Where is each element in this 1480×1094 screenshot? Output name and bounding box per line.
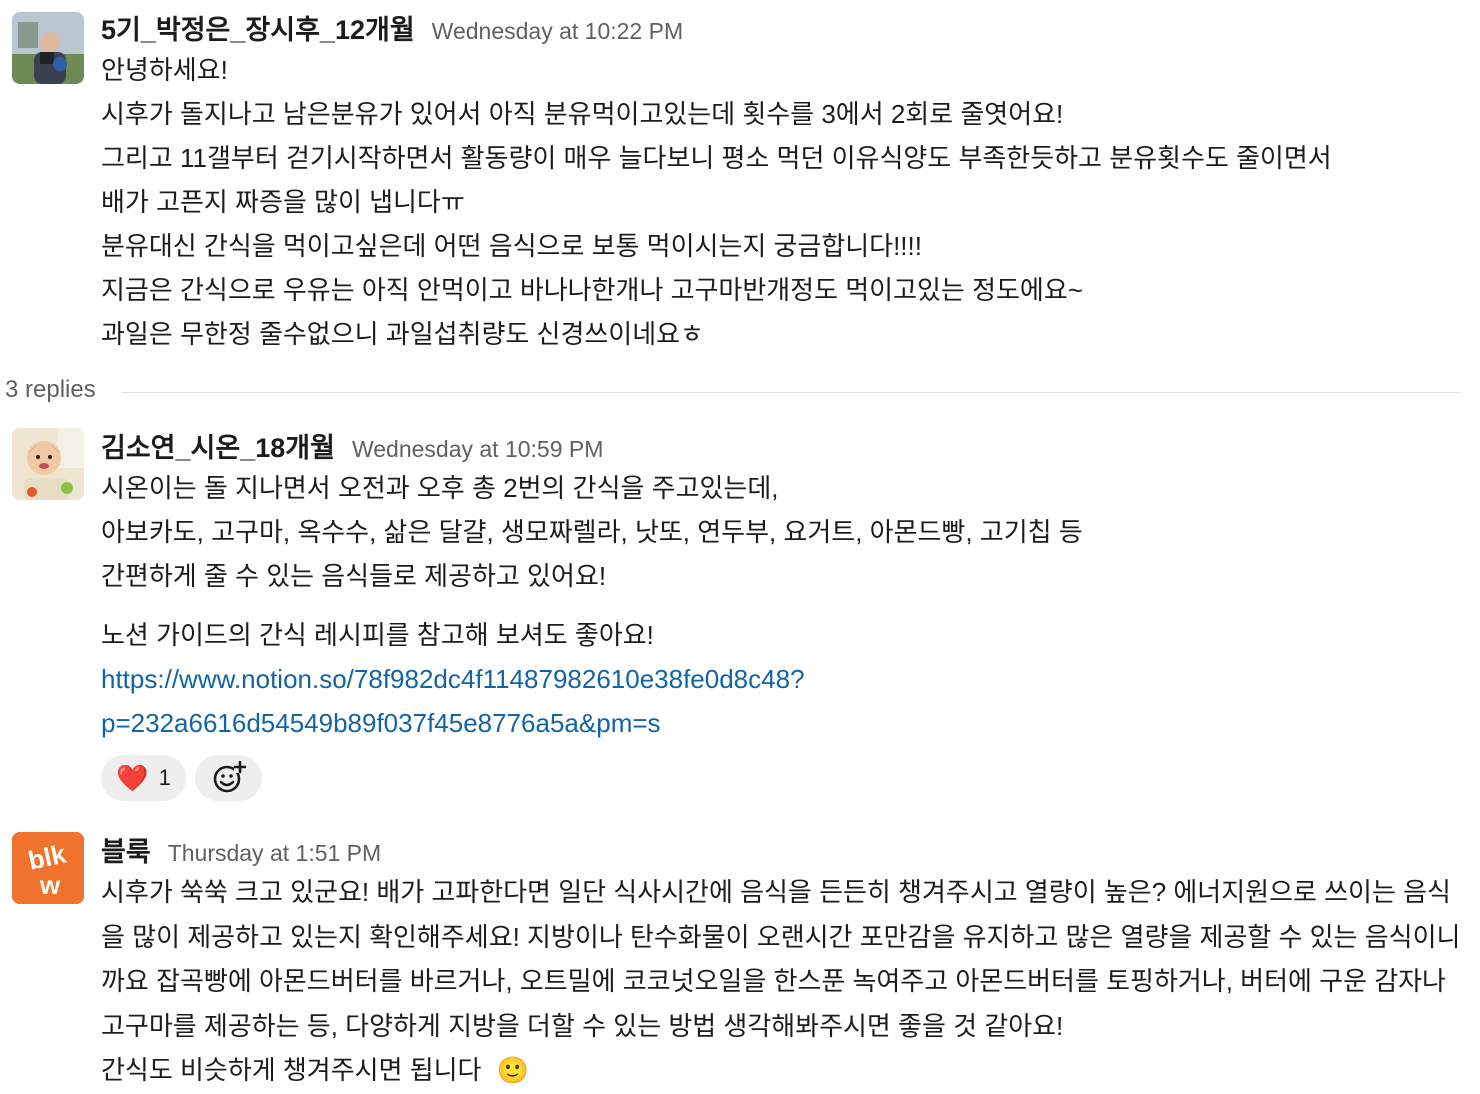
message-line: 아보카도, 고구마, 옥수수, 삶은 달걀, 생모짜렐라, 낫또, 연두부, 요…: [101, 517, 1083, 547]
message-line: 분유대신 간식을 먹이고싶은데 어떤 음식으로 보통 먹이시는지 궁금합니다!!…: [101, 231, 922, 261]
replies-count: 3 replies: [5, 376, 96, 403]
message-line: 시후가 돌지나고 남은분유가 있어서 아직 분유먹이고있는데 횟수를 3에서 2…: [101, 99, 1064, 129]
heart-icon: ❤️: [116, 763, 149, 793]
user-photo-icon: [12, 428, 84, 500]
author-name[interactable]: 블룩: [101, 830, 151, 869]
message-line: 지금은 간식으로 우유는 아직 안먹이고 바나나한개나 고구마반개정도 먹이고있…: [101, 275, 1083, 305]
message-line: 간편하게 줄 수 있는 음식들로 제공하고 있어요!: [101, 561, 607, 591]
add-reaction-icon: [213, 761, 246, 793]
message-line: 간식도 비슷하게 챙겨주시면 됩니다 🙂: [101, 1048, 1472, 1092]
blkw-logo-icon: blk w: [12, 832, 84, 904]
timestamp[interactable]: Wednesday at 10:59 PM: [352, 436, 603, 463]
avatar[interactable]: blk w: [12, 832, 84, 904]
timestamp[interactable]: Thursday at 1:51 PM: [168, 840, 382, 867]
author-name[interactable]: 5기_박정은_장시후_12개월: [101, 8, 415, 47]
replies-divider-row: 3 replies: [0, 374, 1480, 410]
user-photo-icon: [12, 12, 84, 84]
timestamp[interactable]: Wednesday at 10:22 PM: [432, 18, 683, 45]
reactions-bar: ❤️ 1: [101, 755, 1472, 801]
message-line: 노션 가이드의 간식 레시피를 참고해 보셔도 좋아요!: [101, 620, 654, 650]
message-line: 시온이는 돌 지나면서 오전과 오후 총 2번의 간식을 주고있는데,: [101, 473, 779, 503]
divider: [122, 392, 1460, 393]
slightly-smiling-face-icon: 🙂: [496, 1055, 530, 1085]
message-header: 5기_박정은_장시후_12개월 Wednesday at 10:22 PM: [101, 8, 1472, 48]
svg-text:w: w: [39, 870, 61, 900]
heart-reaction-button[interactable]: ❤️ 1: [101, 755, 186, 801]
author-name[interactable]: 김소연_시온_18개월: [101, 426, 335, 465]
message-header: 김소연_시온_18개월 Wednesday at 10:59 PM: [101, 426, 1472, 466]
notion-link[interactable]: https://www.notion.so/78f982dc4f11487982…: [101, 664, 805, 694]
message-line: 안녕하세요!: [101, 55, 228, 85]
notion-link-continued[interactable]: p=232a6616d54549b89f037f45e8776a5a&pm=s: [101, 708, 661, 738]
add-reaction-button[interactable]: [195, 755, 262, 801]
message-line: p=232a6616d54549b89f037f45e8776a5a&pm=s: [101, 701, 1472, 745]
avatar[interactable]: [12, 428, 84, 500]
message-line: https://www.notion.so/78f982dc4f11487982…: [101, 657, 1472, 701]
message-header: 블룩 Thursday at 1:51 PM: [101, 830, 1472, 870]
message-body: 시후가 쑥쑥 크고 있군요! 배가 고파한다면 일단 식사시간에 음식을 든든히…: [101, 877, 1461, 1041]
message-line: 그리고 11갤부터 걷기시작하면서 활동량이 매우 늘다보니 평소 먹던 이유식…: [101, 143, 1332, 173]
reaction-count: 1: [158, 765, 171, 790]
message-line: 배가 고픈지 짜증을 많이 냅니다ㅠ: [101, 187, 465, 217]
message-last-line: 간식도 비슷하게 챙겨주시면 됩니다: [101, 1055, 482, 1085]
avatar[interactable]: [12, 12, 84, 84]
message-line: 과일은 무한정 줄수없으니 과일섭취량도 신경쓰이네요ㅎ: [101, 319, 704, 349]
